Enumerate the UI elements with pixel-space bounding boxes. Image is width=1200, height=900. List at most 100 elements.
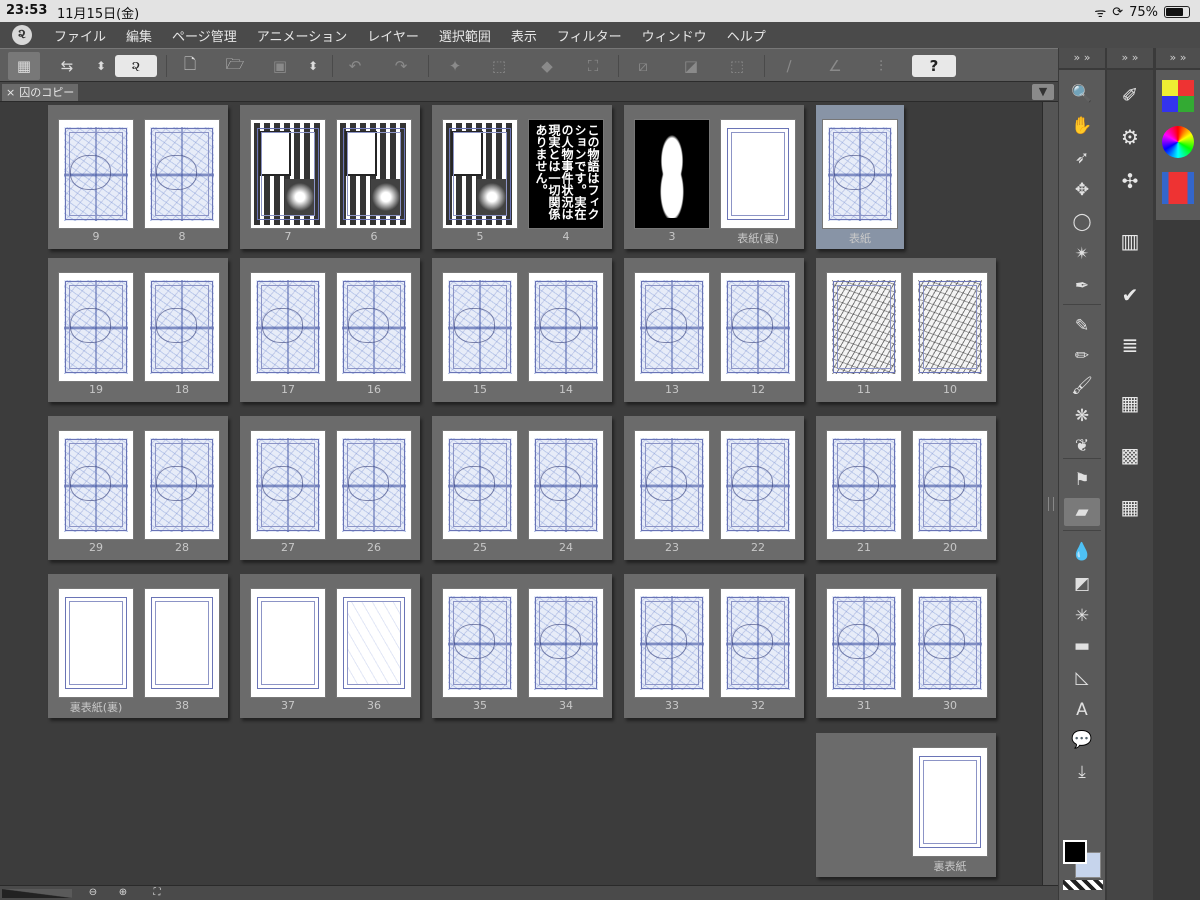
app-logo[interactable]: ૨ xyxy=(0,25,44,45)
clip-studio-icon[interactable]: ૨ xyxy=(115,55,157,77)
page-spread[interactable]: 19 18 xyxy=(48,258,228,402)
zoom-in-icon[interactable]: ⊕ xyxy=(116,887,130,899)
subtool-stroke-icon[interactable]: ✔ xyxy=(1113,278,1147,312)
splitter-grip[interactable] xyxy=(1048,497,1054,511)
page-management-canvas[interactable]: 9 8 7 6 5 この物語はフィクションです。実在の人物事件状況は現実とは一切関係ありま… xyxy=(0,102,1042,885)
page-thumbnail[interactable] xyxy=(912,430,988,540)
page-spread[interactable]: 33 32 xyxy=(624,574,804,718)
invert-selection-icon[interactable]: ◪ xyxy=(676,52,706,80)
color-wheel-icon[interactable] xyxy=(1162,126,1194,158)
page-spread[interactable]: 13 12 xyxy=(624,258,804,402)
new-file-icon[interactable]: 🗋 xyxy=(176,52,204,80)
timeline-icon[interactable] xyxy=(1162,172,1194,204)
airbrush-icon[interactable]: ❋ xyxy=(1064,402,1100,430)
figure-icon[interactable]: ✳ xyxy=(1064,602,1100,630)
ruler-icon[interactable]: ◺ xyxy=(1064,664,1100,692)
decoration-icon[interactable]: ❦ xyxy=(1064,432,1100,460)
page-thumbnail[interactable] xyxy=(144,272,220,382)
zoom-out-icon[interactable]: ⊖ xyxy=(86,887,100,899)
subtool-frame-icon[interactable]: ▦ xyxy=(1113,386,1147,420)
page-thumbnail[interactable] xyxy=(912,272,988,382)
gradient-icon[interactable]: ◩ xyxy=(1064,570,1100,598)
menu-file[interactable]: ファイル xyxy=(44,26,116,45)
page-thumbnail[interactable] xyxy=(336,430,412,540)
page-spread[interactable]: 3 表紙(裏) xyxy=(624,105,804,249)
page-spread[interactable]: 5 この物語はフィクションです。実在の人物事件状況は現実とは一切関係ありません。 4 xyxy=(432,105,612,249)
page-thumbnail[interactable] xyxy=(336,588,412,698)
menu-help[interactable]: ヘルプ xyxy=(717,26,776,45)
page-spread[interactable]: 裏表紙 xyxy=(816,733,996,877)
document-tab[interactable]: × 囚のコピー xyxy=(2,84,78,101)
save-icon[interactable]: ▣ xyxy=(266,52,294,80)
scroll-arrows-icon[interactable]: ⬍ xyxy=(90,52,112,80)
transparent-color-chip[interactable] xyxy=(1063,880,1103,890)
page-spread[interactable]: 31 30 xyxy=(816,574,996,718)
move-layer-icon[interactable]: ✥ xyxy=(1064,176,1100,204)
page-thumbnail[interactable] xyxy=(144,588,220,698)
page-thumbnail[interactable] xyxy=(826,272,902,382)
menu-view[interactable]: 表示 xyxy=(501,26,547,45)
show-selection-icon[interactable]: ⬚ xyxy=(722,52,752,80)
page-spread[interactable]: 35 34 xyxy=(432,574,612,718)
menu-edit[interactable]: 編集 xyxy=(116,26,162,45)
page-thumbnail[interactable] xyxy=(720,430,796,540)
menu-animation[interactable]: アニメーション xyxy=(247,26,357,45)
page-thumbnail[interactable] xyxy=(58,430,134,540)
tool-panel-header[interactable]: » » xyxy=(1059,48,1105,68)
fit-view-icon[interactable]: ⛶ xyxy=(150,887,164,899)
subtool-tone-icon[interactable]: ▦ xyxy=(1113,490,1147,524)
page-thumbnail[interactable] xyxy=(442,119,518,229)
page-thumbnail[interactable] xyxy=(822,119,898,229)
panel-splitter[interactable] xyxy=(1042,102,1058,885)
snap-special-ruler-icon[interactable]: ∠ xyxy=(820,52,850,80)
page-thumbnail[interactable] xyxy=(336,119,412,229)
page-thumbnail[interactable] xyxy=(528,272,604,382)
subtool-pen-icon[interactable]: ✐ xyxy=(1113,78,1147,112)
main-color-chip[interactable] xyxy=(1063,840,1087,864)
page-thumbnail[interactable] xyxy=(336,272,412,382)
zoom-slider[interactable] xyxy=(2,889,72,898)
menu-window[interactable]: ウィンドウ xyxy=(632,26,717,45)
page-thumbnail[interactable] xyxy=(912,588,988,698)
page-thumbnail[interactable] xyxy=(720,272,796,382)
pencil-icon[interactable]: ✏ xyxy=(1064,342,1100,370)
operation-icon[interactable]: ➶ xyxy=(1064,144,1100,172)
page-spread[interactable]: 98 xyxy=(48,105,228,249)
menu-page-management[interactable]: ページ管理 xyxy=(162,26,247,45)
page-spread[interactable]: 11 10 xyxy=(816,258,996,402)
page-thumbnail[interactable] xyxy=(634,272,710,382)
page-thumbnail[interactable] xyxy=(250,272,326,382)
page-thumbnail[interactable] xyxy=(250,588,326,698)
brush-icon[interactable]: 🖌 xyxy=(1064,372,1100,400)
snap-ruler-icon[interactable]: ∕ xyxy=(774,52,804,80)
balloon-icon[interactable]: 💬 xyxy=(1064,726,1100,754)
hand-icon[interactable]: ✋ xyxy=(1064,112,1100,140)
page-spread[interactable]: 表紙 xyxy=(816,105,904,249)
undo-icon[interactable]: ↶ xyxy=(340,52,370,80)
palette-panel-header[interactable]: » » xyxy=(1156,48,1200,68)
page-spread[interactable]: 21 20 xyxy=(816,416,996,560)
page-spread[interactable]: 23 22 xyxy=(624,416,804,560)
page-spread[interactable]: 29 28 xyxy=(48,416,228,560)
page-thumbnail[interactable] xyxy=(528,588,604,698)
fill-icon[interactable]: ◆ xyxy=(532,52,562,80)
page-thumbnail[interactable]: この物語はフィクションです。実在の人物事件状況は現実とは一切関係ありません。 xyxy=(528,119,604,229)
page-spread[interactable]: 37 36 xyxy=(240,574,420,718)
redo-icon[interactable]: ↷ xyxy=(386,52,416,80)
page-thumbnail[interactable] xyxy=(528,430,604,540)
page-thumbnail[interactable] xyxy=(826,588,902,698)
text-icon[interactable]: A xyxy=(1064,696,1100,724)
zoom-icon[interactable]: 🔍 xyxy=(1064,80,1100,108)
color-set-icon[interactable] xyxy=(1162,80,1194,112)
page-thumbnail[interactable] xyxy=(826,430,902,540)
clear-outside-icon[interactable]: ⬚ xyxy=(484,52,514,80)
page-thumbnail[interactable] xyxy=(144,119,220,229)
page-thumbnail[interactable] xyxy=(58,588,134,698)
snap-grid-icon[interactable]: ⫶ xyxy=(866,52,896,80)
subtool-gear-icon[interactable]: ⚙ xyxy=(1113,120,1147,154)
menu-layer[interactable]: レイヤー xyxy=(357,26,429,45)
deselect-icon[interactable]: ⧄ xyxy=(628,52,658,80)
selection-icon[interactable]: ◯ xyxy=(1064,208,1100,236)
page-thumbnail[interactable] xyxy=(58,119,134,229)
save-arrows-icon[interactable]: ⬍ xyxy=(302,52,324,80)
